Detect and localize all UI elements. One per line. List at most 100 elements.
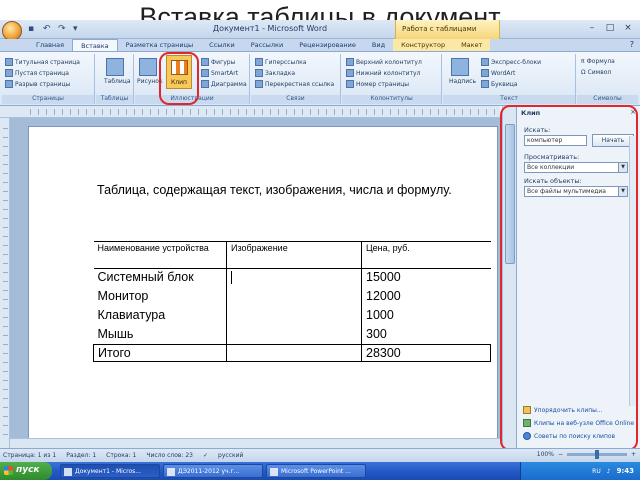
- horizontal-ruler[interactable]: [0, 106, 500, 118]
- zoom-level[interactable]: 100%: [537, 451, 554, 458]
- vertical-ruler-ticks: [3, 128, 8, 438]
- tab-insert[interactable]: Вставка: [72, 39, 118, 51]
- table-cell-image[interactable]: [226, 268, 362, 288]
- horizontal-scrollbar[interactable]: [10, 438, 502, 448]
- table-cell[interactable]: 28300: [361, 344, 491, 362]
- vertical-ruler[interactable]: [0, 118, 10, 448]
- status-language[interactable]: русский: [218, 452, 243, 459]
- table-cell-image[interactable]: [226, 287, 362, 307]
- table-cell[interactable]: Мышь: [93, 325, 227, 345]
- table-cell[interactable]: Итого: [93, 344, 227, 362]
- ribbon-tabs: Главная Вставка Разметка страницы Ссылки…: [0, 39, 640, 52]
- text-box-icon: [451, 58, 469, 76]
- status-line[interactable]: Строка: 1: [106, 452, 136, 459]
- cover-page-button[interactable]: Титульная страница: [5, 58, 80, 66]
- task-pane-highlight: [500, 105, 638, 451]
- minimize-icon[interactable]: –: [584, 23, 600, 35]
- tab-view[interactable]: Вид: [364, 39, 393, 51]
- status-words[interactable]: Число слов: 23: [146, 452, 193, 459]
- table-cell[interactable]: 300: [361, 325, 491, 345]
- document-page[interactable]: Таблица, содержащая текст, изображения, …: [28, 126, 498, 448]
- shapes-button[interactable]: Фигуры: [201, 58, 235, 66]
- taskbar-item-powerpoint[interactable]: Microsoft PowerPoint ...: [266, 464, 366, 478]
- tab-page-layout[interactable]: Разметка страницы: [118, 39, 202, 51]
- tab-design[interactable]: Конструктор: [393, 39, 454, 51]
- table-header-cell[interactable]: Наименование устройства: [93, 241, 227, 269]
- redo-icon[interactable]: ↷: [58, 24, 69, 35]
- table-cell[interactable]: [226, 344, 362, 362]
- spellcheck-icon[interactable]: ✓: [203, 452, 208, 459]
- blank-page-button[interactable]: Пустая страница: [5, 69, 69, 77]
- office-button[interactable]: [2, 21, 22, 41]
- status-section[interactable]: Раздел: 1: [66, 452, 96, 459]
- bookmark-button[interactable]: Закладка: [255, 69, 295, 77]
- table-cell-image[interactable]: [226, 306, 362, 326]
- tab-mailings[interactable]: Рассылки: [243, 39, 292, 51]
- window-controls: – □ ×: [584, 23, 636, 35]
- page-break-button[interactable]: Разрыв страницы: [5, 80, 70, 88]
- picture-button[interactable]: Рисунок: [137, 56, 163, 96]
- taskbar-item-word[interactable]: Документ1 - Micros...: [60, 464, 160, 478]
- context-tab-table-tools: Работа с таблицами: [395, 20, 500, 39]
- chart-icon: [201, 80, 209, 88]
- picture-icon: [139, 58, 157, 76]
- help-icon[interactable]: ?: [630, 40, 634, 49]
- tab-layout[interactable]: Макет: [453, 39, 491, 51]
- smartart-button[interactable]: SmartArt: [201, 69, 238, 77]
- omega-icon: Ω: [581, 69, 586, 76]
- wordart-button[interactable]: WordArt: [481, 69, 515, 77]
- table-button[interactable]: Таблица: [104, 56, 131, 96]
- zoom-slider[interactable]: [566, 450, 627, 459]
- undo-icon[interactable]: ↶: [43, 24, 54, 35]
- header-button[interactable]: Верхний колонтитул: [346, 58, 422, 66]
- blank-page-icon: [5, 69, 13, 77]
- taskbar-item-folder[interactable]: ДЭ2011-2012 уч.г...: [163, 464, 263, 478]
- page-break-icon: [5, 80, 13, 88]
- table-total-row: Итого 28300: [93, 344, 491, 362]
- cover-page-icon: [5, 58, 13, 66]
- hyperlink-button[interactable]: Гиперссылка: [255, 58, 306, 66]
- group-label-pages: Страницы: [2, 95, 94, 104]
- smartart-icon: [201, 69, 209, 77]
- bookmark-icon: [255, 69, 263, 77]
- footer-button[interactable]: Нижний колонтитул: [346, 69, 420, 77]
- footer-icon: [346, 69, 354, 77]
- drop-cap-button[interactable]: Буквица: [481, 80, 518, 88]
- table-header-cell[interactable]: Цена, руб.: [361, 241, 491, 269]
- table-cell[interactable]: 15000: [361, 268, 491, 288]
- start-button[interactable]: пуск: [0, 462, 52, 480]
- tab-review[interactable]: Рецензирование: [291, 39, 364, 51]
- symbol-button[interactable]: Ω Символ: [581, 69, 611, 76]
- clock[interactable]: 9:43: [617, 467, 634, 475]
- zoom-in-icon[interactable]: +: [631, 451, 636, 458]
- table-cell-image[interactable]: [226, 325, 362, 345]
- page-number-button[interactable]: Номер страницы: [346, 80, 409, 88]
- text-box-button[interactable]: Надпись: [449, 56, 476, 96]
- table-header-cell[interactable]: Изображение: [226, 241, 362, 269]
- shapes-icon: [201, 58, 209, 66]
- document-table[interactable]: Наименование устройства Изображение Цена…: [93, 241, 491, 362]
- page-number-icon: [346, 80, 354, 88]
- save-icon[interactable]: ▪: [28, 24, 39, 35]
- cross-reference-button[interactable]: Перекрестная ссылка: [255, 80, 334, 88]
- maximize-icon[interactable]: □: [602, 23, 618, 35]
- equation-button[interactable]: π Формула: [581, 58, 615, 65]
- tab-references[interactable]: Ссылки: [201, 39, 243, 51]
- status-bar: Страница: 1 из 1 Раздел: 1 Строка: 1 Чис…: [0, 448, 640, 462]
- status-page[interactable]: Страница: 1 из 1: [3, 452, 56, 459]
- tab-home[interactable]: Главная: [28, 39, 72, 51]
- table-cell[interactable]: Клавиатура: [93, 306, 227, 326]
- customize-qat-icon[interactable]: ▾: [73, 24, 84, 35]
- table-cell[interactable]: 1000: [361, 306, 491, 326]
- quick-parts-button[interactable]: Экспресс-блоки: [481, 58, 541, 66]
- table-cell[interactable]: Системный блок: [93, 268, 227, 288]
- volume-icon[interactable]: ♪: [607, 468, 611, 475]
- close-icon[interactable]: ×: [620, 23, 636, 35]
- group-label-symbols: Символы: [577, 95, 638, 104]
- table-cell[interactable]: Монитор: [93, 287, 227, 307]
- zoom-out-icon[interactable]: −: [558, 451, 563, 458]
- group-tables: Таблица Таблицы: [96, 54, 134, 104]
- table-cell[interactable]: 12000: [361, 287, 491, 307]
- language-indicator[interactable]: RU: [592, 468, 601, 475]
- chart-button[interactable]: Диаграмма: [201, 80, 247, 88]
